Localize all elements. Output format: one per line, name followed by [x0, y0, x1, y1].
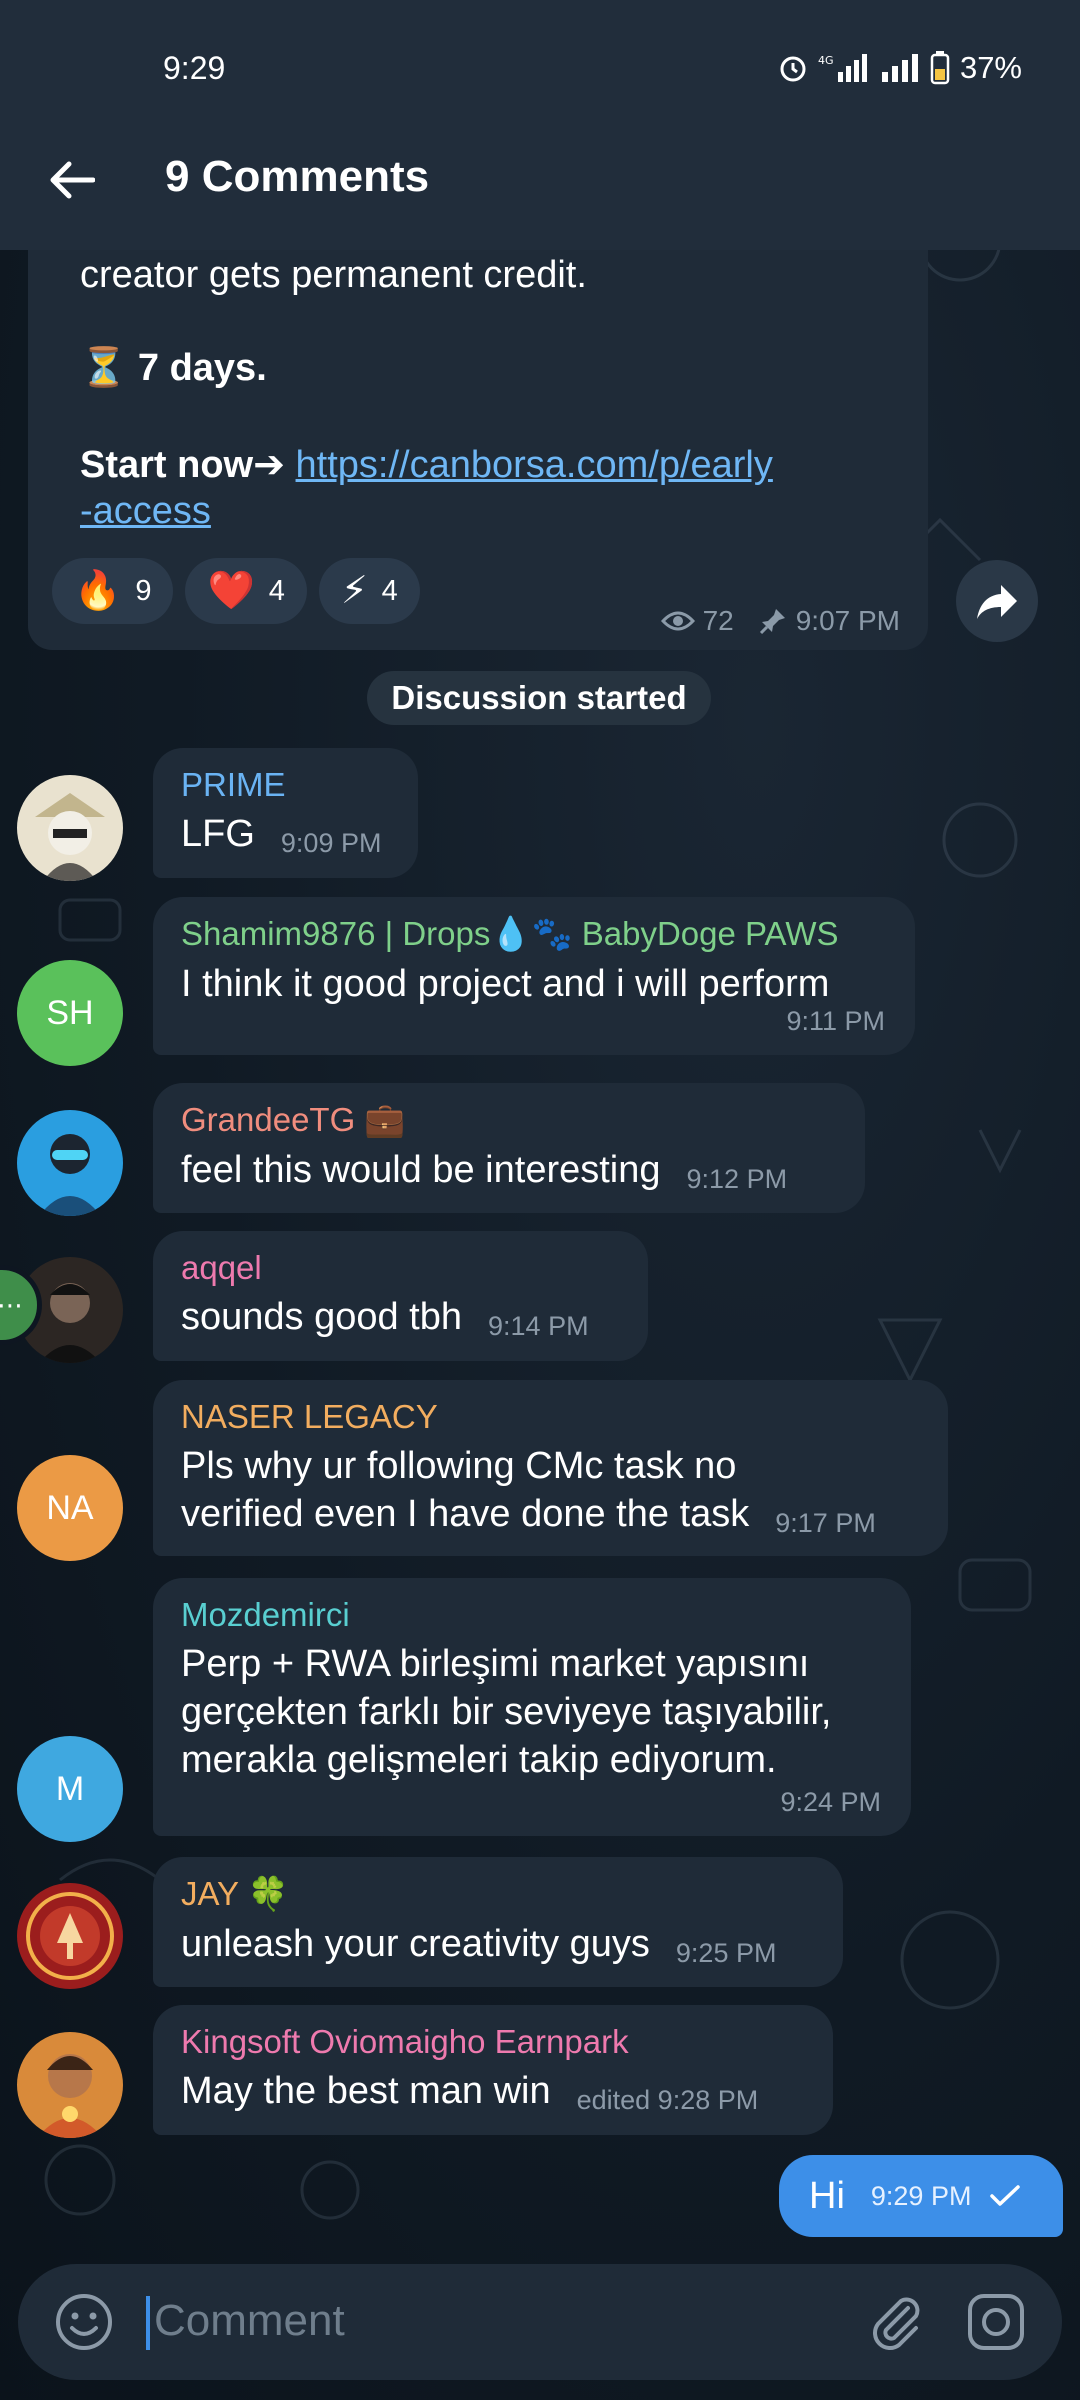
avatar-image: [26, 1892, 114, 1980]
comment-bubble[interactable]: Shamim9876 | Drops💧🐾 BabyDoge PAWS I thi…: [153, 897, 915, 1055]
camera-button[interactable]: [964, 2290, 1028, 2359]
comment-bubble[interactable]: NASER LEGACY Pls why ur following CMc ta…: [153, 1380, 948, 1556]
status-icons: 4G 37%: [778, 50, 1022, 86]
avatar-kingsoft[interactable]: [17, 2032, 123, 2138]
post-link[interactable]: https://canborsa.com/p/early: [296, 444, 773, 486]
signal-icon: [881, 54, 918, 82]
share-arrow-icon: [977, 585, 1017, 619]
avatar-initials: NA: [46, 1488, 94, 1527]
message-text: Hi: [809, 2174, 845, 2217]
fire-icon: 🔥: [74, 570, 122, 612]
reaction-count: 4: [268, 574, 285, 607]
post-time: 9:07 PM: [795, 605, 900, 636]
comment-time: 9:17 PM: [775, 1508, 876, 1538]
share-button[interactable]: [956, 560, 1038, 642]
post-text-line: creator gets permanent credit.: [80, 254, 587, 296]
comment-time: 9:09 PM: [280, 828, 382, 858]
eye-icon: [660, 611, 695, 631]
avatar-image: [37, 2054, 103, 2138]
post-link-continued[interactable]: -access: [80, 490, 211, 533]
comment-bubble[interactable]: PRIME LFG 9:09 PM: [153, 748, 418, 878]
comment-author[interactable]: JAY 🍀: [181, 1875, 815, 1914]
comment-text: Pls why ur following CMc task no verifie…: [181, 1442, 920, 1547]
avatar-mozdemirci[interactable]: M: [17, 1736, 123, 1842]
alarm-icon: [780, 56, 806, 82]
comment-text: feel this would be interesting 9:12 PM: [181, 1146, 837, 1203]
comment-author[interactable]: Mozdemirci: [181, 1596, 883, 1634]
comment-author[interactable]: GrandeeTG 💼: [181, 1101, 837, 1140]
status-time: 9:29: [163, 50, 226, 86]
comment-text: LFG 9:09 PM: [181, 810, 390, 867]
comment-author[interactable]: Kingsoft Oviomaigho Earnpark: [181, 2023, 805, 2061]
comment-time: 9:24 PM: [780, 1787, 881, 1817]
back-button[interactable]: [38, 150, 104, 210]
comment-composer: Comment: [18, 2264, 1062, 2380]
battery-icon: [930, 51, 950, 85]
comment-time: 9:11 PM: [786, 1006, 885, 1036]
page-title: 9 Comments: [165, 152, 430, 201]
outgoing-message[interactable]: Hi 9:29 PM: [779, 2155, 1063, 2237]
comment-text: I think it good project and i will perfo…: [181, 963, 830, 1005]
comment-time: 9:12 PM: [686, 1164, 788, 1194]
emoji-button[interactable]: [52, 2290, 116, 2359]
view-count: 72: [702, 605, 734, 636]
comment-time: 9:14 PM: [488, 1311, 589, 1341]
hourglass-icon: ⏳: [80, 347, 128, 389]
comment-bubble[interactable]: GrandeeTG 💼 feel this would be interesti…: [153, 1083, 865, 1213]
pin-icon: [759, 609, 785, 635]
signal-4g-icon: 4G: [818, 54, 867, 82]
comment-text: unleash your creativity guys 9:25 PM: [181, 1920, 815, 1977]
reaction-fire[interactable]: 🔥 9: [52, 558, 174, 624]
comment-input[interactable]: Comment: [154, 2296, 345, 2346]
comment-author[interactable]: NASER LEGACY: [181, 1398, 920, 1436]
comment-bubble[interactable]: aqqel sounds good tbh 9:14 PM: [153, 1231, 648, 1361]
post-duration: ⏳ 7 days.: [80, 347, 267, 389]
avatar-initials: SH: [46, 993, 94, 1032]
post-meta: 72 9:07 PM: [660, 605, 900, 637]
comment-time: 9:25 PM: [675, 1938, 777, 1968]
comment-bubble[interactable]: Kingsoft Oviomaigho Earnpark May the bes…: [153, 2005, 833, 2135]
camera-icon: [968, 2294, 1024, 2350]
comment-text: Perp + RWA birleşimi market yapısını ger…: [181, 1643, 832, 1781]
app-header: 9:29 4G 37% 9 Comments: [0, 0, 1080, 250]
lightning-icon: ⚡: [340, 570, 368, 612]
paperclip-icon: [873, 2297, 920, 2350]
comment-author[interactable]: PRIME: [181, 766, 390, 804]
post-reactions: 🔥 9 ❤️ 4 ⚡ 4: [52, 558, 420, 624]
text-cursor: [146, 2296, 150, 2350]
avatar-jay[interactable]: [17, 1883, 123, 1989]
avatar-initials: M: [55, 1769, 85, 1808]
heart-icon: ❤️: [207, 570, 255, 612]
post-cta-line: Start now➔ https://canborsa.com/p/early: [80, 444, 773, 486]
avatar-shamim[interactable]: SH: [17, 960, 123, 1066]
comment-time: edited 9:28 PM: [576, 2085, 759, 2115]
avatar-prime[interactable]: [17, 775, 123, 881]
comment-bubble[interactable]: Mozdemirci Perp + RWA birleşimi market y…: [153, 1578, 911, 1836]
reaction-count: 9: [135, 574, 152, 607]
reaction-heart[interactable]: ❤️ 4: [185, 558, 307, 624]
reaction-count: 4: [381, 574, 398, 607]
discussion-started-label: Discussion started: [367, 671, 711, 725]
avatar-image: [39, 1134, 101, 1216]
avatar-naser[interactable]: NA: [17, 1455, 123, 1561]
avatar-image: [35, 793, 105, 881]
attach-button[interactable]: [864, 2290, 928, 2359]
comment-text: May the best man win edited 9:28 PM: [181, 2067, 805, 2124]
svg-text:4G: 4G: [818, 54, 834, 67]
avatar-grandee[interactable]: [17, 1110, 123, 1216]
smiley-icon: [56, 2294, 112, 2350]
comment-author[interactable]: Shamim9876 | Drops💧🐾 BabyDoge PAWS: [181, 915, 887, 954]
comment-author[interactable]: aqqel: [181, 1249, 620, 1287]
battery-percent: 37%: [959, 50, 1022, 85]
arrow-left-icon: [50, 161, 95, 199]
comment-bubble[interactable]: JAY 🍀 unleash your creativity guys 9:25 P…: [153, 1857, 843, 1987]
check-icon: [990, 2185, 1021, 2206]
message-time: 9:29 PM: [870, 2180, 972, 2211]
comment-text: sounds good tbh 9:14 PM: [181, 1293, 620, 1350]
reaction-lightning[interactable]: ⚡ 4: [318, 558, 420, 624]
